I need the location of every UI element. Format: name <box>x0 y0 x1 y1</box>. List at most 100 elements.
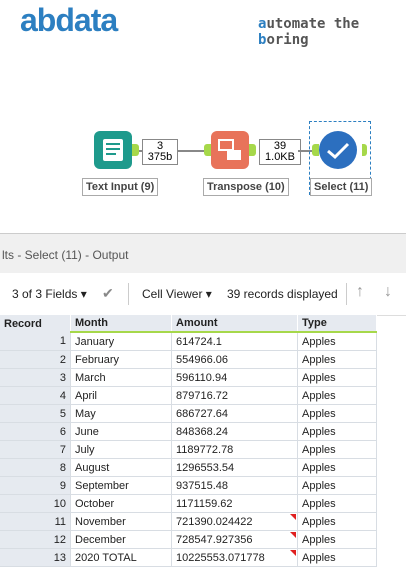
record-cell[interactable]: 7 <box>0 440 71 459</box>
record-cell[interactable]: 1 <box>0 332 71 351</box>
table-row[interactable]: 7 July 1189772.78 Apples <box>0 440 377 459</box>
input-anchor[interactable] <box>312 144 319 156</box>
records-status: 39 records displayed <box>227 287 338 301</box>
month-cell[interactable]: 2020 TOTAL <box>70 548 172 567</box>
record-cell[interactable]: 11 <box>0 512 71 531</box>
amount-cell[interactable]: 879716.72 <box>171 386 298 405</box>
tagline: automate the boring <box>258 16 360 48</box>
month-cell[interactable]: September <box>70 476 172 495</box>
month-cell[interactable]: July <box>70 440 172 459</box>
table-row[interactable]: 12 December 728547.927356 Apples <box>0 530 377 549</box>
table-row[interactable]: 6 June 848368.24 Apples <box>0 422 377 441</box>
transpose-tool[interactable] <box>211 131 249 169</box>
table-row[interactable]: 9 September 937515.48 Apples <box>0 476 377 495</box>
type-cell[interactable]: Apples <box>297 404 377 423</box>
type-cell[interactable]: Apples <box>297 476 377 495</box>
transpose-icon <box>218 139 241 160</box>
record-cell[interactable]: 2 <box>0 350 71 369</box>
amount-cell[interactable]: 596110.94 <box>171 368 298 387</box>
output-anchor[interactable] <box>249 144 256 156</box>
month-cell[interactable]: August <box>70 458 172 477</box>
record-count-badge: 3 375b <box>142 139 178 165</box>
output-anchor[interactable] <box>132 144 139 156</box>
month-cell[interactable]: November <box>70 512 172 531</box>
type-cell[interactable]: Apples <box>297 494 377 513</box>
column-header-month[interactable]: Month <box>70 315 172 333</box>
table-row[interactable]: 5 May 686727.64 Apples <box>0 404 377 423</box>
divider <box>346 283 347 305</box>
amount-cell[interactable]: 728547.927356 <box>171 530 298 549</box>
table-row[interactable]: 13 2020 TOTAL 10225553.071778 Apples <box>0 548 377 567</box>
month-cell[interactable]: December <box>70 530 172 549</box>
month-cell[interactable]: May <box>70 404 172 423</box>
tool-label: Text Input (9) <box>82 178 159 196</box>
input-anchor[interactable] <box>204 144 211 156</box>
column-header-type[interactable]: Type <box>297 315 377 333</box>
type-cell[interactable]: Apples <box>297 512 377 531</box>
column-header-amount[interactable]: Amount <box>171 315 298 333</box>
table-row[interactable]: 1 January 614724.1 Apples <box>0 332 377 351</box>
results-panel-header: lts - Select (11) - Output <box>0 233 406 274</box>
amount-cell[interactable]: 721390.024422 <box>171 512 298 531</box>
type-cell[interactable]: Apples <box>297 440 377 459</box>
amount-cell[interactable]: 937515.48 <box>171 476 298 495</box>
type-cell[interactable]: Apples <box>297 368 377 387</box>
output-anchor[interactable] <box>362 144 367 156</box>
type-cell[interactable]: Apples <box>297 548 377 567</box>
arrow-down-icon[interactable]: ↓ <box>384 283 392 301</box>
panel-title: lts - Select (11) - Output <box>2 248 129 262</box>
amount-cell[interactable]: 614724.1 <box>171 332 298 351</box>
record-cell[interactable]: 10 <box>0 494 71 513</box>
type-cell[interactable]: Apples <box>297 530 377 549</box>
amount-cell[interactable]: 848368.24 <box>171 422 298 441</box>
amount-cell[interactable]: 686727.64 <box>171 404 298 423</box>
type-cell[interactable]: Apples <box>297 350 377 369</box>
type-cell[interactable]: Apples <box>297 458 377 477</box>
amount-cell[interactable]: 10225553.071778 <box>171 548 298 567</box>
month-cell[interactable]: June <box>70 422 172 441</box>
table-row[interactable]: 8 August 1296553.54 Apples <box>0 458 377 477</box>
month-cell[interactable]: January <box>70 332 172 351</box>
amount-cell[interactable]: 1189772.78 <box>171 440 298 459</box>
tool-label: Select (11) <box>310 178 373 196</box>
record-cell[interactable]: 6 <box>0 422 71 441</box>
record-cell[interactable]: 13 <box>0 548 71 567</box>
results-toolbar: 3 of 3 Fields ▾ ✔ Cell Viewer ▾ 39 recor… <box>0 273 406 316</box>
record-cell[interactable]: 8 <box>0 458 71 477</box>
book-icon <box>103 139 123 161</box>
month-cell[interactable]: October <box>70 494 172 513</box>
amount-cell[interactable]: 1296553.54 <box>171 458 298 477</box>
tool-label: Transpose (10) <box>203 178 289 196</box>
divider <box>128 283 129 305</box>
arrow-up-icon[interactable]: ↑ <box>356 283 364 301</box>
fields-dropdown[interactable]: 3 of 3 Fields ▾ <box>12 287 87 301</box>
table-row[interactable]: 3 March 596110.94 Apples <box>0 368 377 387</box>
type-cell[interactable]: Apples <box>297 332 377 351</box>
record-cell[interactable]: 5 <box>0 404 71 423</box>
type-cell[interactable]: Apples <box>297 422 377 441</box>
amount-cell[interactable]: 1171159.62 <box>171 494 298 513</box>
type-cell[interactable]: Apples <box>297 386 377 405</box>
record-cell[interactable]: 4 <box>0 386 71 405</box>
record-cell[interactable]: 12 <box>0 530 71 549</box>
logo: abdata <box>20 2 118 38</box>
record-cell[interactable]: 3 <box>0 368 71 387</box>
record-cell[interactable]: 9 <box>0 476 71 495</box>
record-count-badge: 39 1.0KB <box>259 139 301 165</box>
results-grid: Record Month Amount Type 1 January 614724.… <box>0 315 377 567</box>
month-cell[interactable]: February <box>70 350 172 369</box>
header-row: Record Month Amount Type <box>0 315 377 333</box>
month-cell[interactable]: March <box>70 368 172 387</box>
cell-viewer-dropdown[interactable]: Cell Viewer ▾ <box>142 287 212 301</box>
month-cell[interactable]: April <box>70 386 172 405</box>
table-row[interactable]: 2 February 554966.06 Apples <box>0 350 377 369</box>
workflow-canvas[interactable]: abdata automate the boring 3 375b Text In… <box>0 0 406 232</box>
select-tool[interactable] <box>319 131 357 169</box>
text-input-tool[interactable] <box>94 131 132 169</box>
table-row[interactable]: 4 April 879716.72 Apples <box>0 386 377 405</box>
amount-cell[interactable]: 554966.06 <box>171 350 298 369</box>
check-icon[interactable]: ✔ <box>102 285 114 302</box>
table-row[interactable]: 11 November 721390.024422 Apples <box>0 512 377 531</box>
table-row[interactable]: 10 October 1171159.62 Apples <box>0 494 377 513</box>
column-header-record[interactable]: Record <box>0 315 71 332</box>
